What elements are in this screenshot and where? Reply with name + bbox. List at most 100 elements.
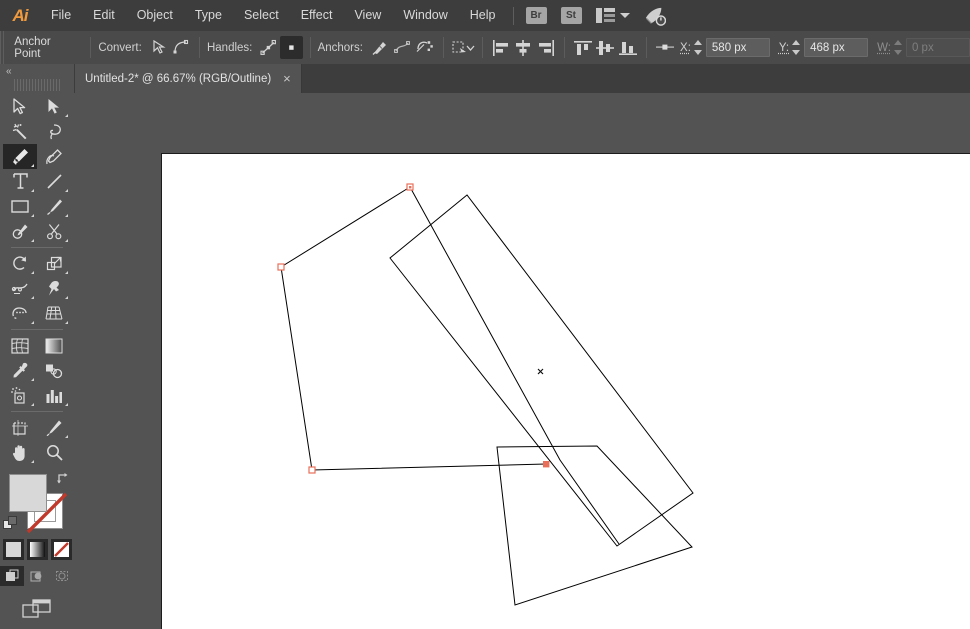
rocket-search-icon[interactable] (644, 6, 666, 26)
document-tab-bar: Untitled-2* @ 66.67% (RGB/Outline) × (0, 64, 970, 93)
object-center-marker (537, 368, 544, 375)
anchors-label: Anchors: (317, 41, 363, 54)
width-tool[interactable] (3, 276, 37, 301)
direct-selection-tool[interactable] (37, 94, 71, 119)
menu-view[interactable]: View (343, 0, 392, 31)
close-icon[interactable]: × (283, 72, 291, 85)
symbol-sprayer-tool[interactable] (3, 383, 37, 408)
free-transform-tool[interactable] (37, 276, 71, 301)
y-position-field-group: Y: (779, 38, 869, 57)
draw-behind-button[interactable] (25, 566, 49, 586)
x-stepper[interactable] (693, 40, 703, 55)
default-fill-stroke-icon[interactable] (3, 516, 18, 531)
swap-fill-stroke-icon[interactable] (56, 472, 70, 486)
convert-to-corner-button[interactable] (147, 36, 169, 59)
divider (481, 37, 483, 58)
shaper-tool[interactable] (3, 219, 37, 244)
align-right-button[interactable] (534, 36, 556, 59)
hand-tool[interactable] (3, 440, 37, 465)
paintbrush-tool[interactable] (37, 194, 71, 219)
menu-edit[interactable]: Edit (82, 0, 126, 31)
slice-tool[interactable] (37, 415, 71, 440)
artboard-tool[interactable] (3, 415, 37, 440)
align-horizontal-center-icon (516, 39, 531, 56)
rectangle-tool[interactable] (3, 194, 37, 219)
mesh-icon (11, 337, 29, 354)
lasso-icon (49, 124, 61, 140)
mesh-tool[interactable] (3, 333, 37, 358)
gradient-tool[interactable] (37, 333, 71, 358)
workspace-switcher-button[interactable] (595, 8, 630, 23)
y-stepper[interactable] (792, 40, 801, 55)
curvature-tool[interactable] (37, 144, 71, 169)
fill-swatch[interactable] (9, 474, 47, 512)
magic-wand-tool[interactable] (3, 119, 37, 144)
scale-tool[interactable] (37, 251, 71, 276)
align-left-button[interactable] (489, 36, 511, 59)
chevron-down-icon (619, 13, 630, 18)
menu-object[interactable]: Object (126, 0, 184, 31)
transform-anchor-button[interactable] (654, 36, 676, 59)
shape-builder-tool[interactable] (3, 301, 37, 326)
divider (309, 37, 311, 58)
convert-to-smooth-icon (173, 39, 189, 54)
cut-path-at-anchors-button[interactable] (413, 36, 435, 59)
align-bottom-icon (618, 41, 637, 55)
screen-mode-control (0, 598, 74, 620)
hide-handles-button[interactable] (280, 36, 303, 59)
type-T-icon (12, 173, 28, 189)
lasso-tool[interactable] (37, 119, 71, 144)
type-tool[interactable] (3, 169, 37, 194)
control-bar-grip[interactable] (0, 31, 7, 64)
canvas-area[interactable] (74, 93, 970, 629)
connect-selected-endpoints-button[interactable] (391, 36, 413, 59)
gradient-mode-button[interactable] (26, 539, 48, 560)
blend-tool[interactable] (37, 358, 71, 383)
width-input (905, 38, 970, 57)
eyedropper-tool[interactable] (3, 358, 37, 383)
convert-to-smooth-button[interactable] (170, 36, 192, 59)
menu-effect[interactable]: Effect (290, 0, 344, 31)
anchor-point-selected (543, 461, 550, 468)
y-position-input[interactable] (804, 38, 869, 57)
x-position-input[interactable] (705, 38, 770, 57)
scissors-tool[interactable] (37, 219, 71, 244)
show-handles-button[interactable] (258, 36, 280, 59)
menu-file[interactable]: File (40, 0, 82, 31)
align-bottom-button[interactable] (617, 36, 639, 59)
change-screen-mode-button[interactable] (22, 598, 52, 620)
line-segment-tool[interactable] (37, 169, 71, 194)
none-mode-button[interactable] (50, 539, 72, 560)
collapse-panel-button[interactable]: « (0, 64, 74, 79)
tools-panel-grip[interactable] (14, 79, 60, 91)
gradient-icon (45, 338, 63, 353)
anchor-point-core (409, 186, 412, 189)
align-vertical-center-button[interactable] (594, 36, 616, 59)
hand-icon (12, 444, 25, 461)
selection-tool[interactable] (3, 94, 37, 119)
stock-icon[interactable]: St (560, 7, 582, 24)
remove-selected-anchors-button[interactable] (368, 36, 390, 59)
puppet-pin-icon (49, 281, 59, 296)
none-slash-icon (53, 542, 69, 557)
align-top-button[interactable] (572, 36, 594, 59)
bridge-icon[interactable]: Br (525, 7, 547, 24)
draw-normal-button[interactable] (0, 566, 24, 586)
pen-tool[interactable] (3, 144, 37, 169)
draw-inside-button[interactable] (50, 566, 74, 586)
document-tab[interactable]: Untitled-2* @ 66.67% (RGB/Outline) × (75, 64, 302, 93)
zoom-tool[interactable] (37, 440, 71, 465)
direct-selection-arrow-icon (48, 99, 59, 114)
rotate-tool[interactable] (3, 251, 37, 276)
align-vertical-center-icon (596, 40, 615, 55)
isolate-selected-object-button[interactable] (451, 36, 475, 59)
perspective-grid-tool[interactable] (37, 301, 71, 326)
menu-type[interactable]: Type (184, 0, 233, 31)
menu-select[interactable]: Select (233, 0, 290, 31)
magnifier-icon (46, 445, 63, 461)
align-horizontal-center-button[interactable] (512, 36, 534, 59)
color-mode-button[interactable] (2, 539, 24, 560)
menu-help[interactable]: Help (459, 0, 507, 31)
column-graph-tool[interactable] (37, 383, 71, 408)
menu-window[interactable]: Window (392, 0, 458, 31)
